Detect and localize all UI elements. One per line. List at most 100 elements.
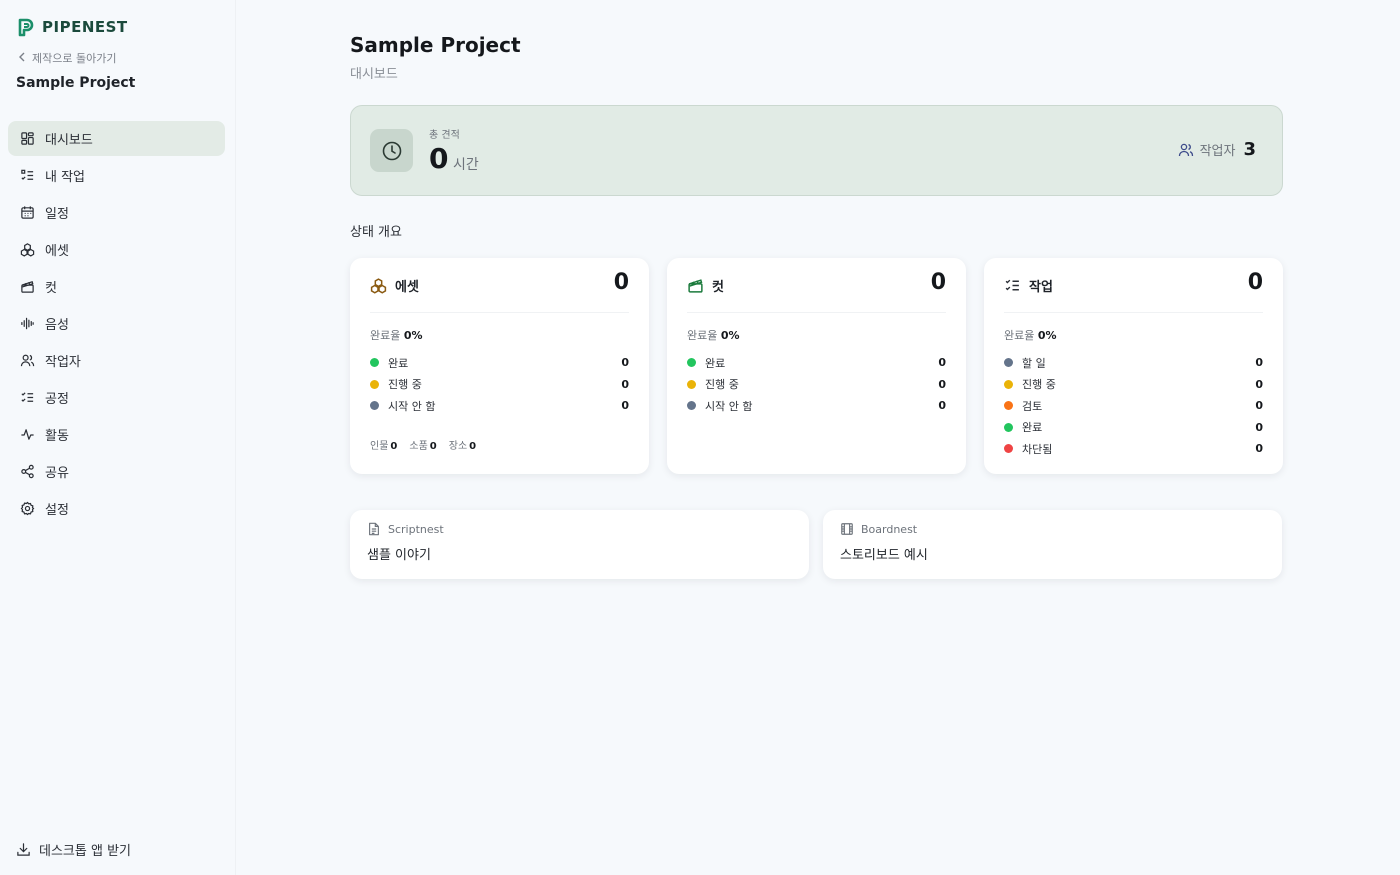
sidebar-item-workers[interactable]: 작업자 <box>8 343 225 378</box>
status-count: 0 <box>621 377 629 391</box>
status-row-in-progress: 진행 중 0 <box>687 374 946 396</box>
assets-icon <box>20 243 35 257</box>
download-label: 데스크톱 앱 받기 <box>39 844 131 859</box>
status-row-done: 완료 0 <box>687 352 946 374</box>
card-total: 0 <box>613 270 629 295</box>
status-row-todo: 할 일 0 <box>1004 352 1263 374</box>
completion-rate: 완료율 0% <box>687 327 740 343</box>
status-count: 0 <box>1255 356 1263 370</box>
sidebar-item-share[interactable]: 공유 <box>8 454 225 489</box>
boardnest-link-card[interactable]: Boardnest 스토리보드 예시 <box>823 510 1282 579</box>
status-dot <box>1004 358 1013 368</box>
status-row-in-progress: 진행 중 0 <box>1004 374 1263 396</box>
users-icon <box>1178 143 1193 156</box>
status-label: 시작 안 함 <box>388 399 436 413</box>
checklist-icon <box>21 392 34 402</box>
status-list: 할 일 0 진행 중 0 검토 0 완료 0 차단됨 0 <box>1004 352 1263 460</box>
assets-status-card[interactable]: 에셋 0 완료율 0% 완료 0 진행 중 0 시작 안 함 0 인물 0 소품 0… <box>350 258 649 474</box>
link-source: Boardnest <box>861 522 918 536</box>
page-title: Sample Project <box>350 33 521 57</box>
meta-label: 장소 <box>448 441 468 452</box>
sidebar-item-my-tasks[interactable]: 내 작업 <box>8 158 225 193</box>
sidebar-item-assets[interactable]: 에셋 <box>8 232 225 267</box>
status-count: 0 <box>1255 420 1263 434</box>
cuts-status-card[interactable]: 컷 0 완료율 0% 완료 0 진행 중 0 시작 안 함 0 <box>667 258 966 474</box>
clapper-icon <box>21 281 34 293</box>
status-row-not-started: 시작 안 함 0 <box>687 395 946 417</box>
card-total: 0 <box>930 270 946 295</box>
status-label: 할 일 <box>1022 356 1046 370</box>
status-row-not-started: 시작 안 함 0 <box>370 395 629 417</box>
film-icon <box>841 523 853 535</box>
sidebar-project-name: Sample Project <box>16 75 136 91</box>
sidebar-item-audio[interactable]: 음성 <box>8 306 225 341</box>
status-dot <box>687 401 696 411</box>
sidebar-item-label: 대시보드 <box>45 133 93 148</box>
sidebar-item-label: 음성 <box>45 318 69 333</box>
sidebar-item-label: 공유 <box>45 466 69 481</box>
total-estimate-value: 0 <box>429 142 449 175</box>
tasks-status-card[interactable]: 작업 0 완료율 0% 할 일 0 진행 중 0 검토 0 완료 0 차단됨 0 <box>984 258 1283 474</box>
status-label: 완료 <box>388 356 409 370</box>
status-dot <box>1004 444 1013 454</box>
sidebar-item-cuts[interactable]: 컷 <box>8 269 225 304</box>
status-row-review: 검토 0 <box>1004 395 1263 417</box>
completion-rate: 완료율 0% <box>370 327 423 343</box>
total-estimate-unit: 시간 <box>453 157 479 173</box>
status-dot <box>1004 401 1013 411</box>
audio-wave-icon <box>21 317 34 330</box>
meta-value: 0 <box>469 441 477 452</box>
calendar-icon <box>21 206 34 219</box>
asset-type-locations: 장소 0 <box>449 437 476 452</box>
clock-icon <box>370 129 413 172</box>
status-label: 진행 중 <box>705 378 739 392</box>
link-source: Scriptnest <box>388 522 444 536</box>
sidebar-item-process[interactable]: 공정 <box>8 380 225 415</box>
chevron-left-icon <box>18 52 26 65</box>
card-title: 작업 <box>1029 280 1053 295</box>
link-title: 샘플 이야기 <box>367 548 431 563</box>
status-row-blocked: 차단됨 0 <box>1004 438 1263 460</box>
sidebar-nav: 대시보드 내 작업 일정 에셋 컷 음성 작업자 공정 활동 공유 설정 <box>8 121 225 528</box>
share-icon <box>21 464 34 479</box>
status-list: 완료 0 진행 중 0 시작 안 함 0 <box>687 352 946 417</box>
completion-rate-label: 완료율 <box>1004 329 1035 342</box>
workers-summary[interactable]: 작업자 3 <box>1178 139 1256 160</box>
app-logo[interactable]: PIPENEST <box>16 17 128 37</box>
sidebar: PIPENEST 제작으로 돌아가기 Sample Project 대시보드 내… <box>0 0 236 875</box>
page-subtitle: 대시보드 <box>350 67 398 82</box>
asset-type-props: 소품 0 <box>409 437 436 452</box>
gear-icon <box>20 501 35 516</box>
clapper-icon <box>688 279 703 293</box>
status-list: 완료 0 진행 중 0 시작 안 함 0 <box>370 352 629 417</box>
card-title: 에셋 <box>395 280 419 295</box>
download-icon <box>17 843 30 856</box>
status-count: 0 <box>1255 442 1263 456</box>
back-to-production-link[interactable]: 제작으로 돌아가기 <box>18 50 116 66</box>
status-count: 0 <box>621 399 629 413</box>
completion-rate-label: 완료율 <box>370 329 401 342</box>
sidebar-item-settings[interactable]: 설정 <box>8 491 225 526</box>
card-total: 0 <box>1247 270 1263 295</box>
sidebar-item-label: 설정 <box>45 503 69 518</box>
status-count: 0 <box>1255 399 1263 413</box>
assets-icon <box>370 278 387 294</box>
status-label: 완료 <box>705 356 726 370</box>
document-icon <box>369 522 379 536</box>
completion-rate-value: 0% <box>403 329 423 342</box>
scriptnest-link-card[interactable]: Scriptnest 샘플 이야기 <box>350 510 809 579</box>
meta-label: 소품 <box>409 441 428 452</box>
status-label: 시작 안 함 <box>705 399 753 413</box>
asset-type-breakdown: 인물 0 소품 0 장소 0 <box>370 437 476 452</box>
sidebar-item-activity[interactable]: 활동 <box>8 417 225 452</box>
estimate-summary-card: 총 견적 0 시간 작업자 3 <box>350 105 1283 196</box>
workers-label: 작업자 <box>1199 144 1236 159</box>
download-desktop-app-link[interactable]: 데스크톱 앱 받기 <box>16 840 131 859</box>
status-dot <box>370 358 379 368</box>
sidebar-item-dashboard[interactable]: 대시보드 <box>8 121 225 156</box>
meta-value: 0 <box>390 441 398 452</box>
sidebar-item-schedule[interactable]: 일정 <box>8 195 225 230</box>
asset-type-characters: 인물 0 <box>370 437 397 452</box>
status-count: 0 <box>938 377 946 391</box>
sidebar-item-label: 활동 <box>45 429 69 444</box>
